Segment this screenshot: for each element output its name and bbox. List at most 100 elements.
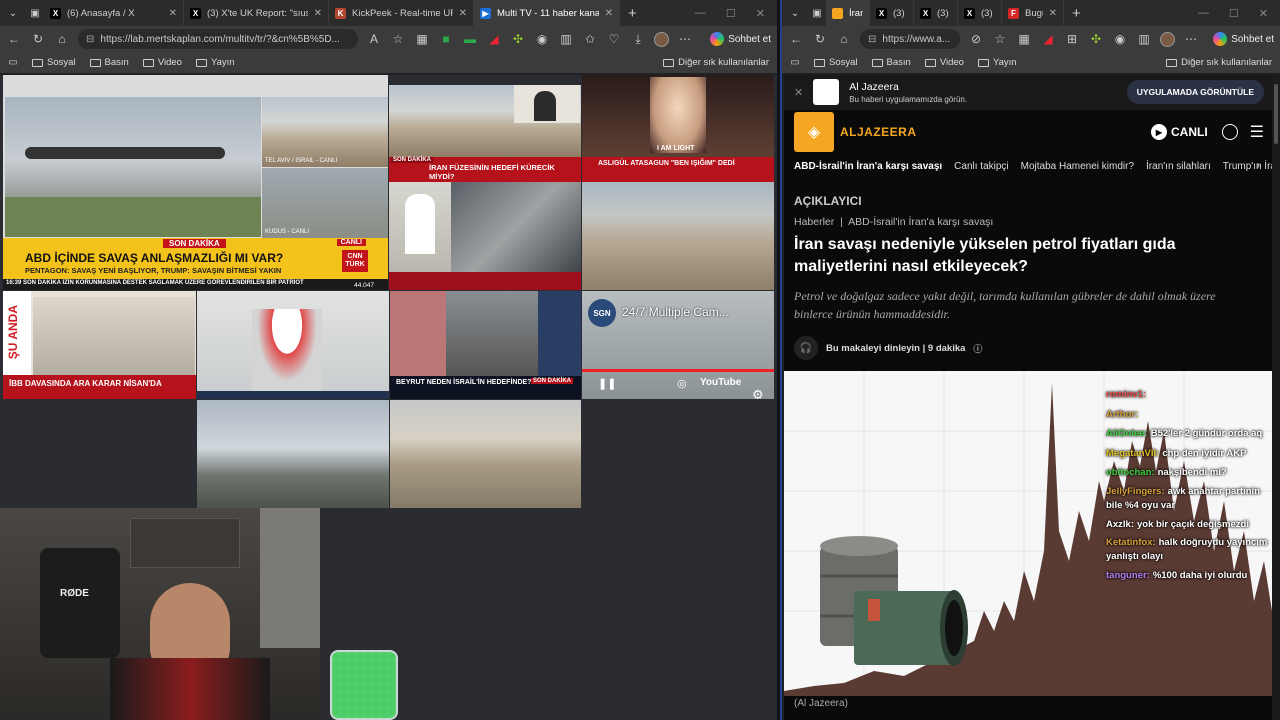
tracking-prevention-icon[interactable]: ⊘ [968, 32, 984, 46]
site-info-icon[interactable]: ⊟ [868, 34, 876, 45]
maximize-icon[interactable]: ☐ [1229, 7, 1239, 20]
video-tile-sgn-multicam[interactable]: SGN 24/7 Multiple Cam... ❚❚ ◎ YouTube ⚙ [582, 291, 774, 399]
workspaces-icon[interactable]: ▣ [808, 4, 826, 22]
collections-icon[interactable]: ♡ [606, 32, 622, 46]
bookmark-folder-basin[interactable]: Basın [871, 57, 911, 68]
nav-item[interactable]: Canlı takipçi [954, 161, 1008, 172]
nav-item[interactable]: ABD-İsrail'in İran'a karşı savaşı [794, 161, 942, 172]
address-bar[interactable]: ⊟ https://lab.mertskaplan.com/multitv/tr… [78, 29, 358, 49]
video-tile-haber3[interactable]: ŞU ANDA İBB DAVASINDA ARA KARAR NİSAN'DA [3, 291, 196, 399]
bookmark-folder-sosyal[interactable]: Sosyal [814, 57, 858, 68]
video-tile-haber4[interactable]: BEYRUT NEDEN İSRAİL'İN HEDEFİNDE? SON DA… [390, 291, 581, 399]
close-tab-icon[interactable]: ✕ [1049, 8, 1057, 19]
video-tile-alaraby[interactable] [389, 182, 581, 290]
nav-next-chevron-icon[interactable]: › [1256, 160, 1260, 172]
read-aloud-icon[interactable]: A [366, 32, 382, 46]
live-button[interactable]: ▶ CANLI [1150, 124, 1208, 140]
maximize-icon[interactable]: ☐ [726, 7, 736, 20]
video-tile-haber2[interactable]: I AM LIGHT ASLIGÜL ATASAGUN "BEN IŞIĞIM"… [582, 75, 774, 182]
favorites-icon[interactable]: ✩ [582, 32, 598, 46]
other-bookmarks[interactable]: Diğer sık kullanılanlar [1166, 57, 1272, 68]
tab-x-ukreport[interactable]: X (3) X'te UK Report: "sıusu. — A ✕ [184, 0, 329, 26]
tab-actions-icon[interactable]: ⌄ [4, 4, 22, 22]
extension-icon[interactable]: ◢ [1040, 32, 1056, 46]
tab-aljazeera[interactable]: İran sa [826, 0, 870, 26]
extension-icon[interactable]: ▬ [462, 32, 478, 46]
tab-x-home[interactable]: X (6) Anasayfa / X ✕ [44, 0, 184, 26]
video-tile-cnnturk[interactable]: TEL AVIV / İSRAİL - CANLI KUDÜS - CANLI [3, 75, 388, 238]
copilot-chat-button[interactable]: Sohbet et [710, 32, 771, 46]
extension-icon[interactable]: ◉ [534, 32, 550, 46]
profile-avatar[interactable] [654, 31, 669, 47]
tab-multitv[interactable]: ▶ Multi TV - 11 haber kanalını a ✕ [474, 0, 620, 26]
bookmark-folder-video[interactable]: Video [924, 57, 964, 68]
back-icon[interactable]: ← [6, 32, 22, 46]
extension-icon[interactable]: ◢ [486, 32, 502, 46]
bookmark-menu-icon[interactable]: ▭ [8, 57, 18, 68]
open-in-app-button[interactable]: UYGULAMADA GÖRÜNTÜLE [1126, 80, 1264, 104]
nav-item[interactable]: İran'ın silahları [1146, 161, 1211, 172]
close-window-icon[interactable]: ✕ [1259, 7, 1268, 20]
tab-x-1[interactable]: X (3) X P [870, 0, 914, 26]
profile-avatar[interactable] [1160, 31, 1175, 47]
video-tile-beirut-cam[interactable] [390, 400, 581, 508]
breadcrumb-item[interactable]: Haberler [794, 216, 834, 228]
home-icon[interactable]: ⌂ [836, 32, 852, 46]
pause-icon[interactable]: ❚❚ [598, 377, 616, 390]
info-icon[interactable]: ⓘ [973, 342, 982, 355]
new-tab-icon[interactable]: + [1072, 5, 1081, 22]
copilot-chat-button[interactable]: Sohbet et [1213, 32, 1274, 46]
back-icon[interactable]: ← [788, 32, 804, 46]
split-screen-icon[interactable]: ▥ [558, 32, 574, 46]
close-tab-icon[interactable]: ✕ [605, 8, 613, 19]
account-icon[interactable] [1221, 124, 1238, 140]
bookmark-folder-basin[interactable]: Basın [89, 57, 129, 68]
video-tile-multicam2[interactable] [197, 400, 389, 508]
close-window-icon[interactable]: ✕ [756, 7, 765, 20]
minimize-icon[interactable]: — [695, 7, 706, 20]
close-banner-icon[interactable]: ✕ [794, 86, 803, 99]
new-tab-icon[interactable]: + [628, 5, 637, 22]
aljazeera-logo-icon[interactable]: ◈ [794, 112, 834, 152]
close-tab-icon[interactable]: ✕ [169, 8, 177, 19]
breadcrumb-item[interactable]: ABD-İsrail'in İran'a karşı savaşı [848, 216, 993, 228]
tab-actions-icon[interactable]: ⌄ [786, 4, 804, 22]
refresh-icon[interactable]: ↻ [30, 32, 46, 46]
video-tile-city-cam[interactable] [582, 182, 774, 290]
hamburger-menu-icon[interactable]: ☰ [1250, 122, 1264, 142]
extension-icon[interactable]: ✣ [510, 32, 526, 46]
bookmark-folder-yayin[interactable]: Yayın [977, 57, 1017, 68]
extension-icon[interactable]: ✣ [1088, 32, 1104, 46]
other-bookmarks[interactable]: Diğer sık kullanılanlar [663, 57, 769, 68]
minimize-icon[interactable]: — [1198, 7, 1209, 20]
bookmark-folder-yayin[interactable]: Yayın [195, 57, 235, 68]
extension-icon[interactable]: ■ [438, 32, 454, 46]
more-menu-icon[interactable]: ⋯ [677, 32, 693, 46]
favorite-star-icon[interactable]: ☆ [390, 32, 406, 46]
extension-icon[interactable]: ⊞ [1064, 32, 1080, 46]
address-bar[interactable]: ⊟ https://www.a... [860, 29, 960, 49]
workspaces-icon[interactable]: ▣ [26, 4, 44, 22]
settings-gear-icon[interactable]: ⚙ [752, 387, 764, 399]
close-tab-icon[interactable]: ✕ [459, 8, 467, 19]
tab-x-2[interactable]: X (3) An [914, 0, 958, 26]
tab-kickpeek[interactable]: K KickPeek - Real-time URL Cra ✕ [329, 0, 474, 26]
bookmark-folder-sosyal[interactable]: Sosyal [32, 57, 76, 68]
bookmark-folder-video[interactable]: Video [142, 57, 182, 68]
site-info-icon[interactable]: ⊟ [86, 34, 94, 45]
video-tile-haber1[interactable]: SON DAKİKA İRAN FÜZESİNİN HEDEFİ KÜRECİK… [389, 75, 581, 182]
video-tile-alarabiya[interactable] [197, 291, 389, 399]
favorite-star-icon[interactable]: ☆ [992, 32, 1008, 46]
downloads-icon[interactable]: ⤓ [630, 32, 646, 47]
more-menu-icon[interactable]: ⋯ [1183, 32, 1199, 46]
page-scrollbar[interactable] [1272, 74, 1280, 720]
youtube-logo[interactable]: YouTube [700, 377, 741, 388]
split-screen-icon[interactable]: ▥ [1136, 32, 1152, 46]
nav-item[interactable]: Mojtaba Hamenei kimdir? [1021, 161, 1134, 172]
refresh-icon[interactable]: ↻ [812, 32, 828, 46]
extension-icon[interactable]: ◉ [1112, 32, 1128, 46]
nav-item[interactable]: Trump'ın İran'da [1223, 161, 1274, 172]
extension-icon[interactable]: ▦ [414, 32, 430, 46]
bookmark-menu-icon[interactable]: ▭ [790, 57, 800, 68]
home-icon[interactable]: ⌂ [54, 32, 70, 46]
